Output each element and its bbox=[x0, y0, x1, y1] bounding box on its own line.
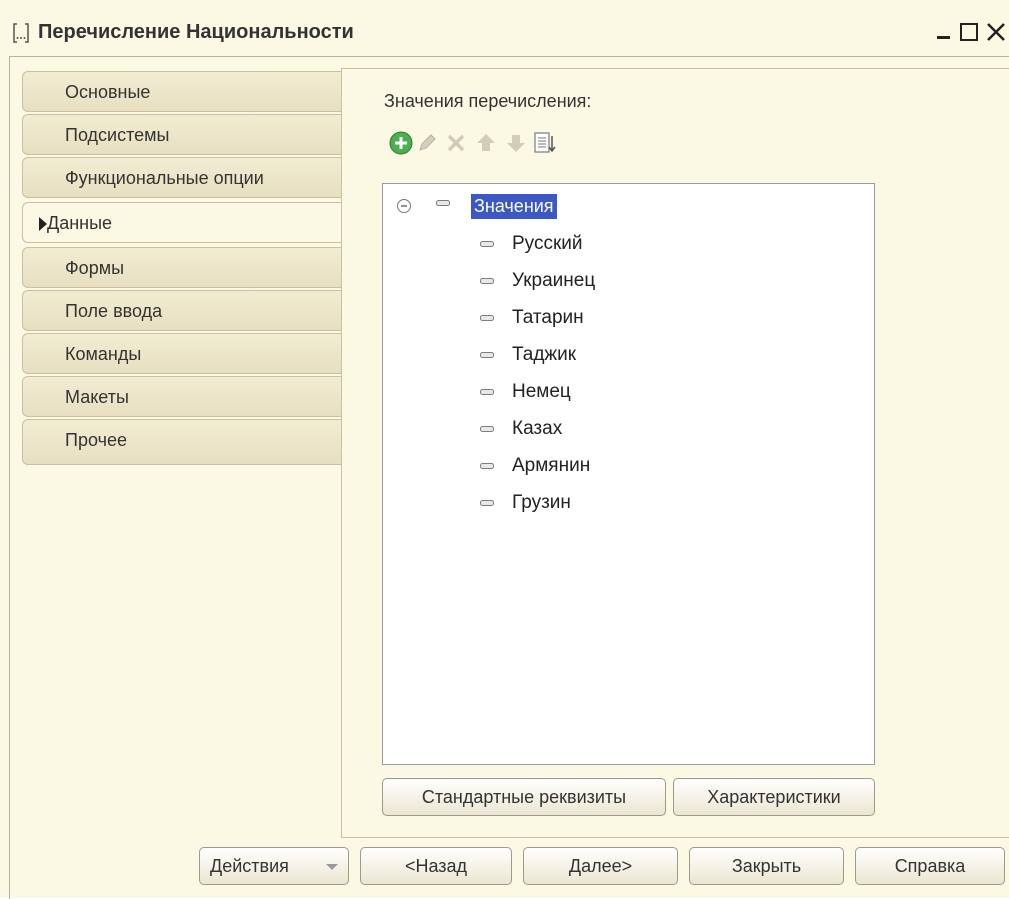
tree-item[interactable]: Татарин bbox=[512, 307, 584, 329]
tab-main[interactable]: Основные bbox=[22, 71, 342, 112]
enum-value-icon bbox=[480, 352, 494, 358]
enum-value-icon bbox=[480, 500, 494, 506]
enum-value-icon bbox=[480, 241, 494, 247]
help-button[interactable]: Справка bbox=[855, 847, 1005, 885]
tab-label: Команды bbox=[65, 344, 142, 364]
tab-templates[interactable]: Макеты bbox=[22, 376, 342, 417]
collapse-icon[interactable] bbox=[396, 198, 412, 214]
move-up-icon[interactable] bbox=[473, 130, 499, 156]
dropdown-arrow-icon bbox=[326, 864, 338, 870]
tab-other[interactable]: Прочее bbox=[22, 419, 342, 465]
tab-label: Данные bbox=[47, 213, 113, 233]
enum-value-icon bbox=[480, 315, 494, 321]
tree-item[interactable]: Казах bbox=[512, 418, 562, 440]
tab-subsystems[interactable]: Подсистемы bbox=[22, 114, 342, 155]
tab-commands[interactable]: Команды bbox=[22, 333, 342, 374]
maximize-icon[interactable] bbox=[958, 20, 982, 44]
enum-value-icon bbox=[480, 389, 494, 395]
add-icon[interactable] bbox=[388, 130, 414, 156]
tab-input-field[interactable]: Поле ввода bbox=[22, 290, 342, 331]
standard-attributes-button[interactable]: Стандартные реквизиты bbox=[382, 778, 666, 816]
move-down-icon[interactable] bbox=[503, 130, 529, 156]
enum-value-icon bbox=[480, 463, 494, 469]
tree-item[interactable]: Немец bbox=[512, 381, 571, 403]
next-button[interactable]: Далее> bbox=[523, 847, 678, 885]
tab-label: Макеты bbox=[65, 387, 129, 407]
tree-item[interactable]: Русский bbox=[512, 233, 583, 255]
enum-value-icon bbox=[436, 200, 450, 206]
tab-label: Формы bbox=[65, 258, 125, 278]
sort-icon[interactable] bbox=[531, 130, 557, 156]
tree-item[interactable]: Таджик bbox=[512, 344, 576, 366]
edit-icon[interactable] bbox=[414, 130, 440, 156]
tree-item[interactable]: Украинец bbox=[512, 270, 595, 292]
tree-item[interactable]: Грузин bbox=[512, 492, 571, 514]
enum-values-label: Значения перечисления: bbox=[384, 91, 592, 111]
active-tab-arrow-icon bbox=[39, 217, 47, 231]
tree-item[interactable]: Армянин bbox=[512, 455, 590, 477]
tab-functional-options[interactable]: Функциональные опции bbox=[22, 157, 342, 198]
tab-label: Основные bbox=[65, 82, 151, 102]
delete-icon[interactable] bbox=[443, 130, 469, 156]
minimize-icon[interactable] bbox=[934, 20, 958, 44]
tab-label: Поле ввода bbox=[65, 301, 163, 321]
actions-label: Действия bbox=[210, 856, 289, 876]
characteristics-button[interactable]: Характеристики bbox=[673, 778, 875, 816]
window: Перечисление Национальности Основные Под… bbox=[0, 0, 1009, 899]
close-button[interactable]: Закрыть bbox=[689, 847, 844, 885]
title-bar: Перечисление Национальности bbox=[0, 0, 1009, 56]
window-title: Перечисление Национальности bbox=[38, 21, 354, 43]
back-button[interactable]: <Назад bbox=[360, 847, 512, 885]
tab-forms[interactable]: Формы bbox=[22, 247, 342, 288]
tab-label: Функциональные опции bbox=[65, 168, 264, 188]
tab-label: Прочее bbox=[65, 430, 127, 450]
close-icon[interactable] bbox=[984, 20, 1008, 44]
enum-value-icon bbox=[480, 278, 494, 284]
enum-values-tree[interactable] bbox=[382, 183, 875, 765]
tree-root[interactable]: Значения bbox=[471, 194, 557, 219]
tab-label: Подсистемы bbox=[65, 125, 170, 145]
tab-data[interactable]: Данные bbox=[22, 202, 342, 243]
actions-dropdown-button[interactable]: Действия bbox=[199, 847, 349, 885]
enum-value-icon bbox=[480, 426, 494, 432]
enum-icon bbox=[13, 23, 29, 43]
